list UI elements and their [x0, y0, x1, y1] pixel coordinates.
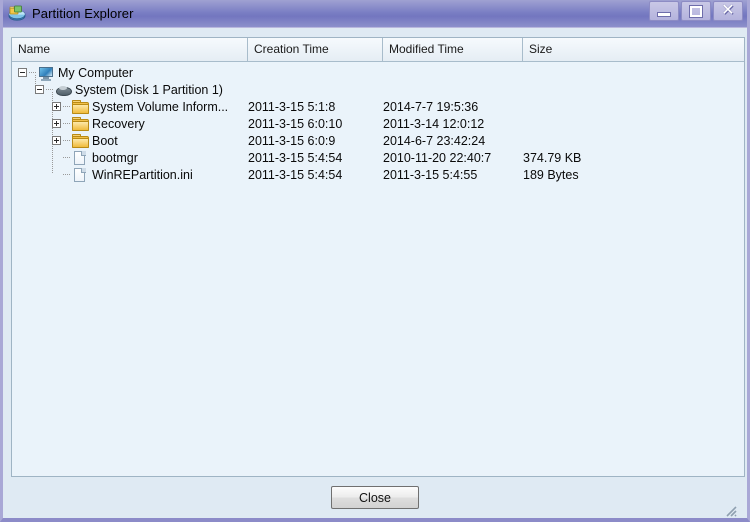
row-modified-time: 2010-11-20 22:40:7 — [383, 150, 492, 165]
tree-node-recovery[interactable]: Recovery — [12, 116, 248, 132]
disk-icon — [55, 82, 72, 98]
expander-plus-icon[interactable] — [52, 119, 61, 128]
tree-dots — [63, 123, 70, 124]
file-icon — [72, 167, 88, 183]
maximize-icon — [689, 4, 703, 18]
tree-node-bootmgr[interactable]: bootmgr — [12, 150, 248, 166]
tree-dots — [63, 106, 70, 107]
tree-node-my-computer[interactable]: My Computer — [12, 65, 248, 81]
row-label: bootmgr — [92, 150, 138, 165]
row-size: 374.79 KB — [523, 150, 582, 165]
row-creation-time: 2011-3-15 5:4:54 — [248, 167, 343, 182]
partition-disk-icon — [8, 5, 26, 23]
window-title: Partition Explorer — [32, 6, 134, 21]
row-label: Recovery — [92, 116, 145, 131]
partition-explorer-window: Partition Explorer ✕ Name Creation Time … — [0, 0, 750, 522]
close-button[interactable]: Close — [331, 486, 419, 509]
footer-bar: Close — [11, 477, 739, 518]
expander-plus-icon[interactable] — [52, 102, 61, 111]
close-window-button[interactable]: ✕ — [713, 1, 743, 21]
resize-grip[interactable] — [723, 503, 737, 517]
file-icon — [72, 150, 88, 166]
window-controls: ✕ — [649, 1, 743, 21]
row-creation-time: 2011-3-15 5:1:8 — [248, 99, 336, 114]
row-size: 189 Bytes — [523, 167, 579, 182]
listview-header: Name Creation Time Modified Time Size — [12, 38, 744, 62]
tree-node-system-partition[interactable]: System (Disk 1 Partition 1) — [12, 82, 248, 98]
column-header-size[interactable]: Size — [523, 38, 744, 61]
folder-icon — [72, 99, 89, 115]
listview-body: My Computer System (Disk 1 Partition 1) … — [12, 64, 744, 476]
tree-dots — [63, 140, 70, 141]
row-label: System (Disk 1 Partition 1) — [75, 82, 223, 97]
expander-minus-icon[interactable] — [35, 85, 44, 94]
row-modified-time: 2011-3-15 5:4:55 — [383, 167, 478, 182]
folder-icon — [72, 133, 89, 149]
row-modified-time: 2014-7-7 19:5:36 — [383, 99, 479, 114]
tree-dots — [29, 72, 36, 73]
tree-dots — [63, 157, 70, 158]
tree-node-boot[interactable]: Boot — [12, 133, 248, 149]
row-creation-time: 2011-3-15 5:4:54 — [248, 150, 343, 165]
column-header-name[interactable]: Name — [12, 38, 248, 61]
tree-node-winrepartition-ini[interactable]: WinREPartition.ini — [12, 167, 248, 183]
column-header-modified-time[interactable]: Modified Time — [383, 38, 523, 61]
table-row[interactable]: Boot 2011-3-15 6:0:9 2014-6-7 23:42:24 — [12, 132, 744, 149]
close-icon: ✕ — [721, 2, 735, 19]
folder-icon — [72, 116, 89, 132]
minimize-button[interactable] — [649, 1, 679, 21]
table-row[interactable]: Recovery 2011-3-15 6:0:10 2011-3-14 12:0… — [12, 115, 744, 132]
title-bar[interactable]: Partition Explorer ✕ — [3, 0, 747, 28]
row-modified-time: 2011-3-14 12:0:12 — [383, 116, 485, 131]
row-label: My Computer — [58, 65, 134, 80]
minimize-icon — [657, 11, 671, 17]
table-row[interactable]: System Volume Inform... 2011-3-15 5:1:8 … — [12, 98, 744, 115]
table-row[interactable]: My Computer — [12, 64, 744, 81]
row-creation-time: 2011-3-15 6:0:9 — [248, 133, 336, 148]
tree-dots — [63, 174, 70, 175]
row-label: System Volume Inform... — [92, 99, 229, 114]
row-label: WinREPartition.ini — [92, 167, 193, 182]
table-row[interactable]: System (Disk 1 Partition 1) — [12, 81, 744, 98]
expander-minus-icon[interactable] — [18, 68, 27, 77]
maximize-button[interactable] — [681, 1, 711, 21]
client-area: Name Creation Time Modified Time Size My… — [3, 28, 747, 518]
column-header-creation-time[interactable]: Creation Time — [248, 38, 383, 61]
computer-icon — [38, 65, 54, 81]
table-row[interactable]: WinREPartition.ini 2011-3-15 5:4:54 2011… — [12, 166, 744, 183]
tree-dots — [46, 89, 53, 90]
row-creation-time: 2011-3-15 6:0:10 — [248, 116, 343, 131]
tree-node-system-volume-information[interactable]: System Volume Inform... — [12, 99, 248, 115]
row-modified-time: 2014-6-7 23:42:24 — [383, 133, 486, 148]
expander-plus-icon[interactable] — [52, 136, 61, 145]
table-row[interactable]: bootmgr 2011-3-15 5:4:54 2010-11-20 22:4… — [12, 149, 744, 166]
file-tree-listview[interactable]: Name Creation Time Modified Time Size My… — [11, 37, 745, 477]
row-label: Boot — [92, 133, 118, 148]
